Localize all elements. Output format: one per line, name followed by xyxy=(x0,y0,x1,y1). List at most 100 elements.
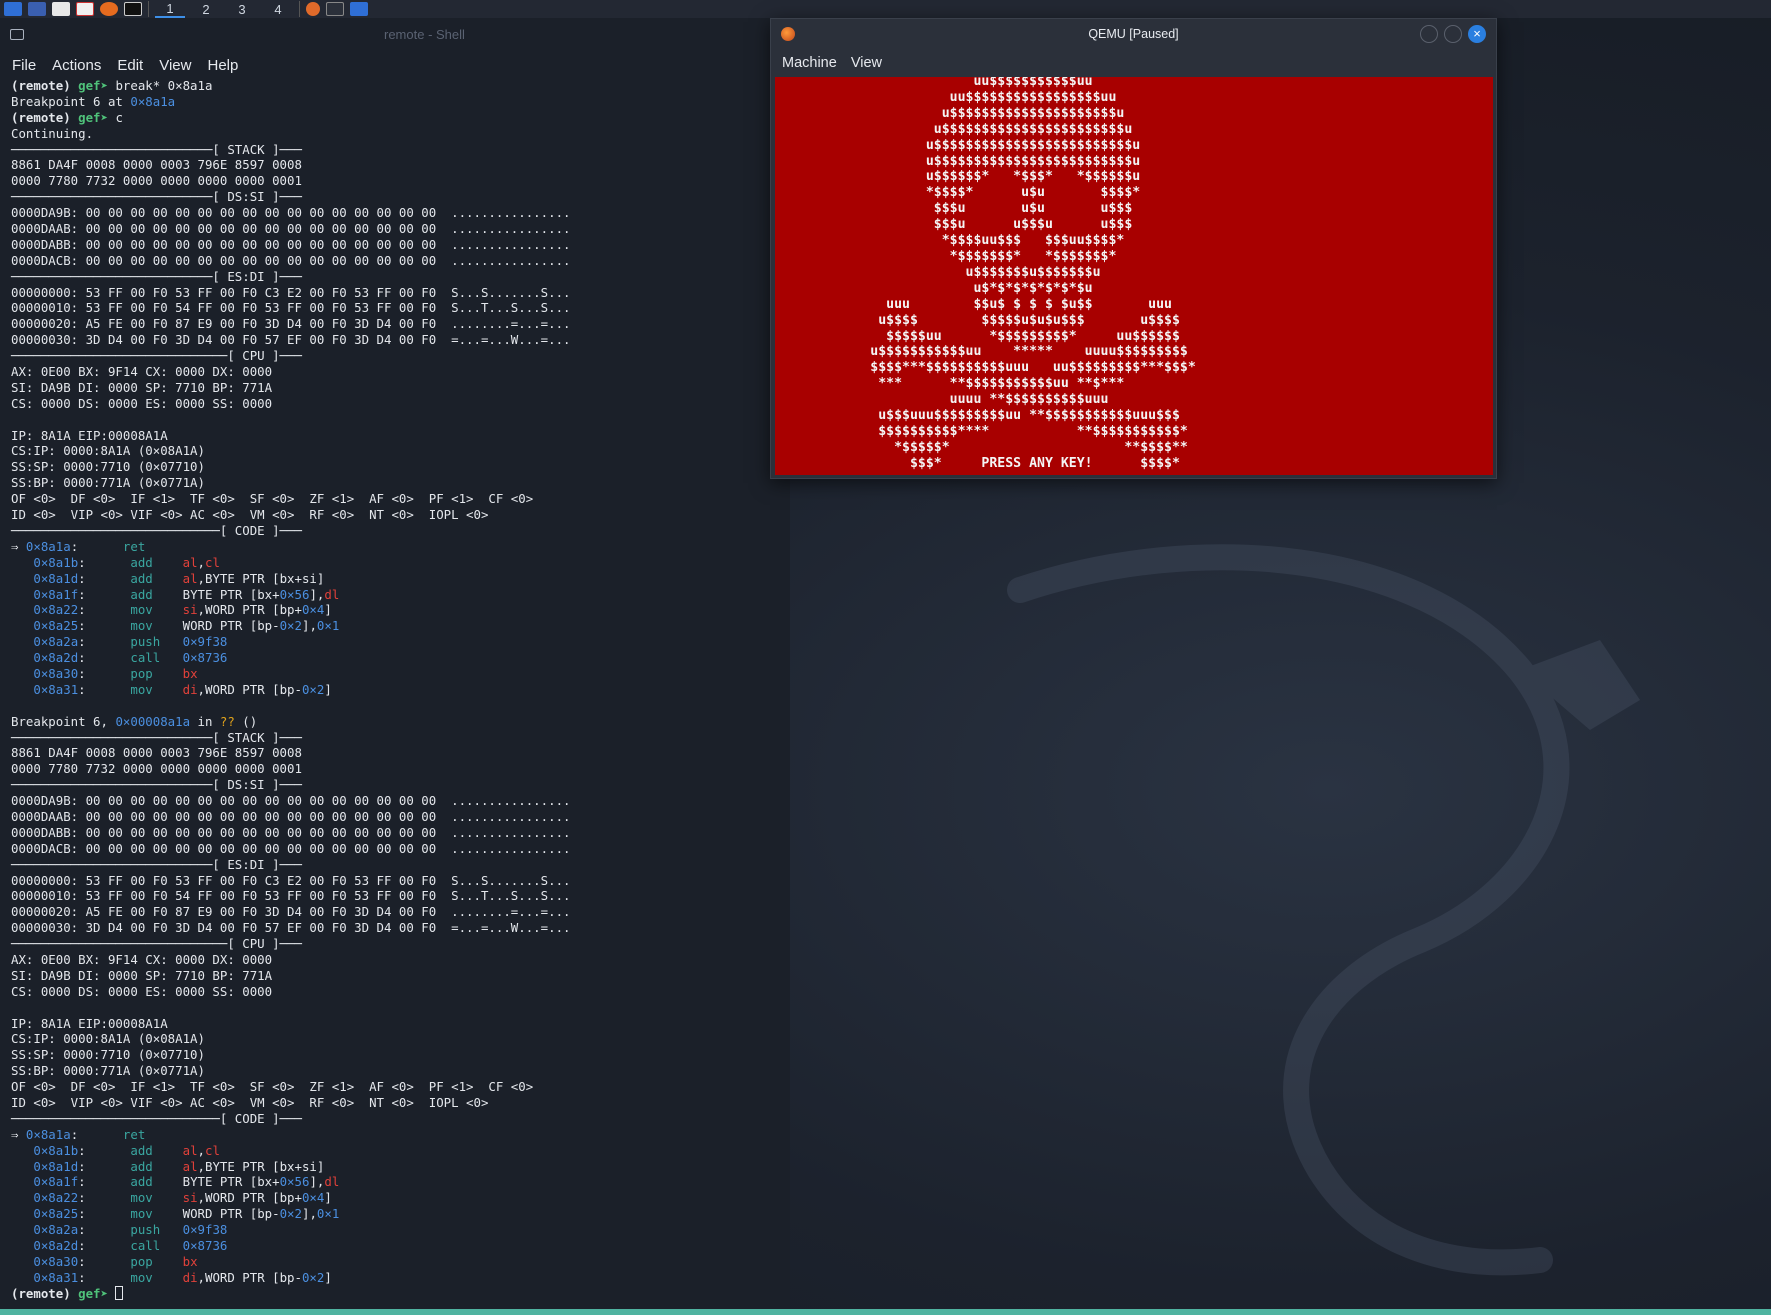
terminal-line: ⇒ 0×8a1a: ret xyxy=(11,539,781,555)
app-taskbar-icon[interactable] xyxy=(350,2,368,16)
vm-screen-line: $$$$***$$$$$$$$$$uuu uu$$$$$$$$$***$$$* xyxy=(775,360,1196,376)
terminal-prompt-line[interactable]: (remote) gef➤ xyxy=(11,1285,781,1302)
vm-screen-line: *$$$$uu$$$ $$$uu$$$$* xyxy=(775,233,1125,249)
close-button[interactable]: × xyxy=(1468,25,1486,43)
terminal-line: ─────────────────────────────[ CPU ]─── xyxy=(11,348,781,364)
workspace-2[interactable]: 2 xyxy=(191,0,221,18)
terminal-line: CS: 0000 DS: 0000 ES: 0000 SS: 0000 xyxy=(11,396,781,412)
terminal-text: ────────────────────────────[ CODE ]─── xyxy=(11,522,302,538)
terminal-text: push xyxy=(130,1222,161,1238)
terminal-line: SS:SP: 0000:7710 (0×07710) xyxy=(11,1047,781,1063)
menu-machine[interactable]: Machine xyxy=(782,55,837,71)
minimize-button[interactable] xyxy=(1420,25,1438,43)
terminal-text: AX: 0E00 BX: 9F14 CX: 0000 DX: 0000 xyxy=(11,951,273,967)
vm-display[interactable]: uu$$$$$$$$$$$uu uu$$$$$$$$$$$$$$$$$uu u$… xyxy=(775,77,1493,475)
vm-screen-line: $$$u u$u u$$$ xyxy=(775,201,1133,217)
terminal-text: add xyxy=(130,570,153,586)
maximize-button[interactable] xyxy=(1444,25,1462,43)
terminal-line: 0000DABB: 00 00 00 00 00 00 00 00 00 00 … xyxy=(11,825,781,841)
terminal-text: al xyxy=(182,554,198,570)
terminal-line: 0×8a1b: add al,cl xyxy=(11,1143,781,1159)
workspace-3[interactable]: 3 xyxy=(227,0,257,18)
terminal-text: 0×56 xyxy=(279,586,310,602)
terminal-text: di xyxy=(182,1269,198,1285)
terminal-text: CS:IP: 0000:8A1A (0×08A1A) xyxy=(11,1031,205,1047)
terminal-text: 0×8a1b xyxy=(33,1142,79,1158)
terminal-text: 0×8a1f xyxy=(33,1174,79,1190)
terminal-text: call xyxy=(130,1238,161,1254)
terminal-text: 0×8736 xyxy=(182,650,228,666)
terminal-line: 0000 7780 7732 0000 0000 0000 0000 0001 xyxy=(11,761,781,777)
terminal-line: 0×8a25: mov WORD PTR [bp-0×2],0×1 xyxy=(11,618,781,634)
vm-screen-line: $$$$$uu *$$$$$$$$$* uu$$$$$$ xyxy=(775,328,1180,344)
terminal-text: ───────────────────────────[ ES:DI ]─── xyxy=(11,268,302,284)
terminal-text: : xyxy=(78,1222,131,1238)
menu-file[interactable]: File xyxy=(12,57,36,74)
terminal-line: OF <0> DF <0> IF <1> TF <0> SF <0> ZF <1… xyxy=(11,491,781,507)
terminal-text: ret xyxy=(122,538,146,554)
prompt-remote: (remote) xyxy=(11,1285,79,1301)
terminal-text: ───────────────────────────[ DS:SI ]─── xyxy=(11,189,302,205)
terminal-text: 00000000: 53 FF 00 F0 53 FF 00 F0 C3 E2 … xyxy=(11,284,571,300)
workspace-1[interactable]: 1 xyxy=(155,0,185,18)
terminal-titlebar: remote - Shell xyxy=(0,18,790,50)
terminal-text: Breakpoint 6, xyxy=(11,713,116,729)
terminal-text: 0000DABB: 00 00 00 00 00 00 00 00 00 00 … xyxy=(11,236,571,252)
text-editor-icon[interactable] xyxy=(76,2,94,16)
terminal-line: 0×8a30: pop bx xyxy=(11,666,781,682)
qemu-title: QEMU [Paused] xyxy=(1088,27,1179,41)
qemu-taskbar-icon[interactable] xyxy=(306,2,320,16)
text-cursor[interactable] xyxy=(115,1285,124,1300)
terminal-text: si xyxy=(182,1190,198,1206)
qemu-menubar: Machine View xyxy=(771,49,1496,77)
kali-menu-icon[interactable] xyxy=(4,2,22,16)
terminal-text: 0000DA9B: 00 00 00 00 00 00 00 00 00 00 … xyxy=(11,205,571,221)
menu-view[interactable]: View xyxy=(159,57,191,74)
window-taskbar-icon[interactable] xyxy=(326,2,344,16)
terminal-menubar: File Actions Edit View Help xyxy=(0,50,790,80)
terminal-line: 0×8a22: mov si,WORD PTR [bp+0×4] xyxy=(11,602,781,618)
file-manager-icon[interactable] xyxy=(28,2,46,16)
terminal-output[interactable]: (remote) gef➤ break* 0×8a1a Breakpoint 6 … xyxy=(11,78,781,1302)
terminal-text: WORD PTR [bp- xyxy=(152,1206,280,1222)
terminal-text: ─────────────────────────────[ CPU ]─── xyxy=(11,936,302,952)
workspace-4[interactable]: 4 xyxy=(263,0,293,18)
vm-screen-line: *$$$$* u$u $$$$* xyxy=(775,185,1141,201)
terminal-text: ID <0> VIP <0> VIF <0> AC <0> VM <0> RF … xyxy=(11,507,489,523)
terminal-icon[interactable] xyxy=(124,2,142,16)
terminal-line: ────────────────────────────[ CODE ]─── xyxy=(11,1111,781,1127)
qemu-logo-icon xyxy=(781,27,795,41)
terminal-text: 0×8a1a xyxy=(25,1126,71,1142)
terminal-launcher-icon[interactable] xyxy=(52,2,70,16)
terminal-line: OF <0> DF <0> IF <1> TF <0> SF <0> ZF <1… xyxy=(11,1079,781,1095)
terminal-text: ───────────────────────────[ STACK ]─── xyxy=(11,729,302,745)
terminal-text: ,WORD PTR [bp+ xyxy=(197,1190,302,1206)
terminal-text: ] xyxy=(324,602,332,618)
terminal-text: 8861 DA4F 0008 0000 0003 796E 8597 0008 xyxy=(11,745,302,761)
menu-help[interactable]: Help xyxy=(207,57,238,74)
menu-edit[interactable]: Edit xyxy=(117,57,143,74)
terminal-line: CS:IP: 0000:8A1A (0×08A1A) xyxy=(11,443,781,459)
terminal-line: 8861 DA4F 0008 0000 0003 796E 8597 0008 xyxy=(11,745,781,761)
terminal-text: di xyxy=(182,681,198,697)
terminal-text: gef➤ xyxy=(78,109,116,125)
menu-actions[interactable]: Actions xyxy=(52,57,101,74)
menu-view[interactable]: View xyxy=(851,55,882,71)
terminal-text: ] xyxy=(324,681,332,697)
vm-screen-line: uu$$$$$$$$$$$$$$$$$uu xyxy=(775,89,1117,105)
terminal-line: Breakpoint 6 at 0×8a1a xyxy=(11,94,781,110)
firefox-icon[interactable] xyxy=(100,2,118,16)
terminal-text: : xyxy=(70,1126,123,1142)
terminal-text: ], xyxy=(309,1174,325,1190)
